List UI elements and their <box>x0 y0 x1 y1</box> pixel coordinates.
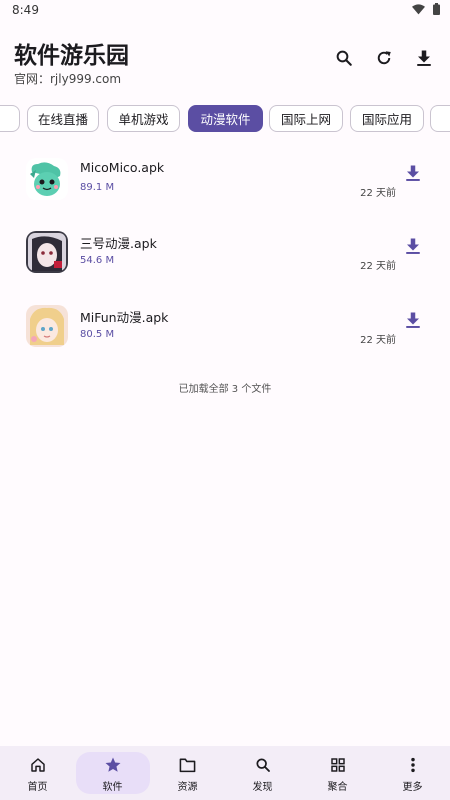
status-time: 8:49 <box>12 3 39 17</box>
chip-intl-apps[interactable]: 国际应用 <box>350 105 424 132</box>
file-name: MicoMico.apk <box>80 160 165 175</box>
app-icon-sanhao <box>26 231 68 273</box>
download-icon[interactable] <box>404 237 422 255</box>
app-subtitle: 官网：rjly999.com <box>14 72 122 86</box>
search-icon <box>254 756 272 774</box>
nav-label: 软件 <box>102 782 123 793</box>
app-icon-mifun <box>26 305 68 347</box>
list-item[interactable]: MiFun动漫.apk 80.5 M 22 天前 <box>0 305 450 365</box>
list-item[interactable]: 三号动漫.apk 54.6 M 22 天前 <box>0 231 450 291</box>
search-button[interactable] <box>332 46 356 70</box>
refresh-button[interactable] <box>372 46 396 70</box>
nav-label: 发现 <box>252 782 273 793</box>
nav-label: 首页 <box>27 782 48 793</box>
category-chips: 在线直播 单机游戏 动漫软件 国际上网 国际应用 <box>0 105 450 133</box>
wifi-icon <box>412 3 425 14</box>
download-button[interactable] <box>412 46 436 70</box>
nav-item-discover[interactable]: 发现 <box>225 746 300 800</box>
status-icons <box>412 3 440 15</box>
file-date: 22 天前 <box>360 261 396 272</box>
file-name: MiFun动漫.apk <box>80 310 169 325</box>
chip-anime[interactable]: 动漫软件 <box>188 105 263 132</box>
file-size: 89.1 M <box>80 182 115 193</box>
nav-item-aggregate[interactable]: 聚合 <box>300 746 375 800</box>
nav-item-software[interactable]: 软件 <box>75 746 150 800</box>
home-icon <box>29 756 47 774</box>
refresh-icon <box>377 51 391 65</box>
grid-icon <box>329 756 347 774</box>
app-title: 软件游乐园 <box>14 43 129 69</box>
download-icon[interactable] <box>404 311 422 329</box>
app-icon-micomico <box>26 158 68 200</box>
list-item[interactable]: MicoMico.apk 89.1 M 22 天前 <box>0 158 450 218</box>
nav-label: 资源 <box>177 782 198 793</box>
battery-icon <box>433 3 440 15</box>
more-vertical-icon <box>404 756 422 774</box>
nav-label: 聚合 <box>327 782 348 793</box>
nav-item-home[interactable]: 首页 <box>0 746 75 800</box>
file-name: 三号动漫.apk <box>80 236 157 251</box>
star-icon <box>104 756 122 774</box>
chip-partial-right[interactable] <box>430 105 450 132</box>
file-size: 80.5 M <box>80 329 115 340</box>
file-size: 54.6 M <box>80 255 115 266</box>
nav-item-more[interactable]: 更多 <box>375 746 450 800</box>
nav-item-resources[interactable]: 资源 <box>150 746 225 800</box>
list-footer: 已加载全部 3 个文件 <box>178 384 272 395</box>
file-date: 22 天前 <box>360 188 396 199</box>
file-date: 22 天前 <box>360 335 396 346</box>
download-icon[interactable] <box>404 164 422 182</box>
chip-live[interactable]: 在线直播 <box>27 105 99 132</box>
header-actions <box>332 46 436 70</box>
bottom-nav: 首页 软件 资源 发现 聚合 更多 <box>0 746 450 800</box>
chip-games[interactable]: 单机游戏 <box>107 105 180 132</box>
download-icon <box>417 50 431 66</box>
chip-partial-left[interactable] <box>0 105 20 132</box>
status-bar: 8:49 <box>0 0 450 20</box>
nav-label: 更多 <box>402 782 423 793</box>
chip-intl-net[interactable]: 国际上网 <box>269 105 343 132</box>
search-icon <box>336 50 352 66</box>
folder-icon <box>179 756 197 774</box>
